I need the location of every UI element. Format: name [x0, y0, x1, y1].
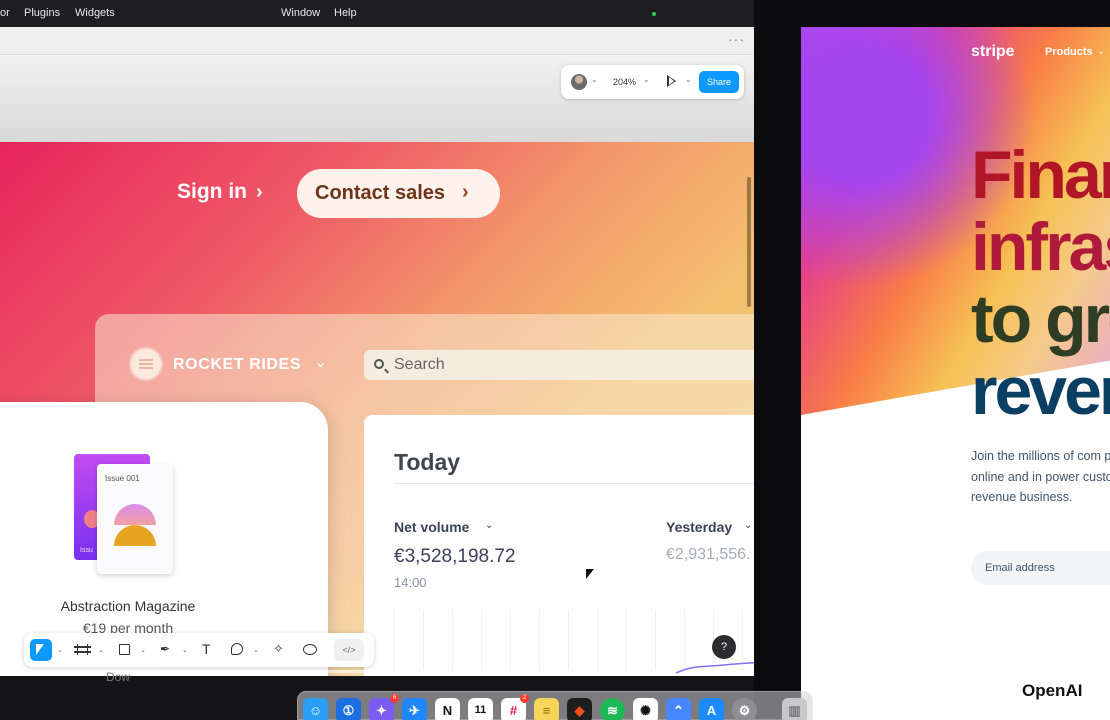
- chatgpt-app-icon[interactable]: ✺: [633, 698, 658, 720]
- chevron-down-icon[interactable]: ⌄: [98, 646, 104, 654]
- stripe-logo[interactable]: stripe: [971, 43, 1015, 61]
- chevron-down-icon[interactable]: ⌄: [314, 352, 327, 372]
- ai-sparkle-icon[interactable]: ✧: [273, 641, 284, 657]
- issue-label: Issue 001: [105, 474, 140, 483]
- testflight-app-icon[interactable]: ✈: [402, 698, 427, 720]
- figma-tool-bar: ⌄ ⌄ ⌄ ✒ ⌄ T ⌄ ✧ </>: [24, 633, 374, 667]
- text-tool-icon[interactable]: T: [202, 641, 211, 657]
- search-input[interactable]: [394, 354, 694, 376]
- yesterday-value: €2,931,556.: [666, 546, 751, 563]
- headline-line-2: infras: [971, 209, 1110, 285]
- cover-tag: Issu: [80, 547, 93, 554]
- rectangle-icon[interactable]: [119, 644, 130, 655]
- cursor-arrow-icon: [36, 644, 44, 655]
- nav-products[interactable]: Products: [1045, 46, 1093, 58]
- app-store-icon[interactable]: A: [699, 698, 724, 720]
- 1password-app-icon[interactable]: ①: [336, 698, 361, 720]
- chevron-down-icon[interactable]: ⌄: [253, 646, 259, 654]
- dashboard-search[interactable]: [364, 350, 754, 380]
- notes-app-icon[interactable]: ≡: [534, 698, 559, 720]
- net-volume-label[interactable]: Net volume: [394, 519, 469, 535]
- horizontal-scrollbar[interactable]: [165, 670, 665, 673]
- system-settings-icon[interactable]: ⚙: [732, 698, 757, 720]
- figma-window: ··· ⌄ 204% ⌄ ⌄ Share Sign in › Contact s…: [0, 27, 754, 676]
- menu-item-help[interactable]: Help: [334, 7, 357, 19]
- customer-logo-openai: OpenAI: [1022, 681, 1083, 700]
- chevron-down-icon[interactable]: ⌄: [1097, 46, 1105, 57]
- help-button[interactable]: ?: [712, 635, 736, 659]
- comment-icon[interactable]: [231, 643, 243, 655]
- share-button[interactable]: Share: [699, 71, 739, 93]
- notification-badge: 6: [390, 694, 399, 703]
- hero-subtext: Join the millions of com payments online…: [971, 449, 1110, 504]
- spotify-app-icon[interactable]: ≋: [600, 698, 625, 720]
- shape-builder-icon[interactable]: [303, 644, 317, 655]
- product-title: Abstraction Magazine: [60, 598, 196, 614]
- hero-headline: Finar infras to gro rever: [971, 139, 1110, 427]
- play-icon[interactable]: [667, 75, 676, 87]
- chevron-right-icon: ›: [462, 181, 469, 203]
- chevron-down-icon[interactable]: ⌄: [182, 646, 188, 654]
- menu-bar: or Plugins Widgets Window Help: [0, 0, 754, 27]
- yesterday-label[interactable]: Yesterday: [666, 519, 732, 535]
- menu-item-window[interactable]: Window: [281, 7, 320, 19]
- nordvpn-app-icon[interactable]: ⌃: [666, 698, 691, 720]
- chevron-down-icon[interactable]: ⌄: [57, 646, 63, 654]
- zoom-level[interactable]: 204%: [613, 77, 636, 87]
- cover-art-bottom: [114, 525, 156, 546]
- contact-sales-button[interactable]: Contact sales ›: [297, 169, 500, 218]
- menu-item-plugins[interactable]: Plugins: [24, 7, 60, 19]
- magazine-cover-front: Issue 001: [97, 464, 173, 574]
- contact-sales-label: Contact sales: [315, 182, 446, 204]
- chevron-down-icon[interactable]: ⌄: [140, 646, 146, 654]
- trash-icon[interactable]: ▥: [782, 698, 807, 720]
- figma-app-icon[interactable]: ◆: [567, 698, 592, 720]
- today-card: Today Net volume ⌄ €3,528,198.72 14:00 Y…: [364, 415, 754, 676]
- avatar[interactable]: [571, 74, 587, 90]
- menu-item-partial[interactable]: or: [0, 7, 10, 19]
- net-volume-time: 14:00: [394, 575, 427, 590]
- design-frame-preview[interactable]: Sign in › Contact sales › ROCKET RIDES ⌄…: [0, 142, 754, 676]
- sign-in-link[interactable]: Sign in: [177, 180, 247, 204]
- today-title: Today: [394, 449, 461, 475]
- chevron-down-icon[interactable]: ⌄: [591, 75, 598, 84]
- vertical-scrollbar[interactable]: [747, 177, 751, 307]
- chevron-down-icon[interactable]: ⌄: [685, 75, 692, 84]
- calendar-app-icon[interactable]: 11: [468, 698, 493, 720]
- headline-line-1: Finar: [971, 137, 1110, 213]
- figma-title-strip: ···: [0, 27, 754, 55]
- notification-badge: 2: [520, 694, 529, 703]
- more-horizontal-icon[interactable]: ···: [728, 32, 745, 46]
- move-tool[interactable]: [30, 639, 52, 661]
- camera-indicator-dot: [652, 12, 656, 16]
- headline-line-4: rever: [971, 353, 1110, 429]
- email-field[interactable]: [971, 551, 1110, 585]
- cover-art-top: [114, 504, 156, 525]
- dock: ☺ ① ✦ 6 ✈ N 11 # 2 ≡ ◆ ≋ ✺ ⌃ A ⚙ ▥: [297, 691, 813, 720]
- search-icon: [374, 359, 384, 369]
- sparkline-path: [675, 662, 754, 674]
- divider: [394, 483, 754, 484]
- headline-line-3: to gro: [971, 281, 1110, 357]
- chevron-right-icon: ›: [256, 181, 263, 203]
- stripe-website-window: stripe Products ⌄ Finar infras to gro re…: [801, 27, 1110, 720]
- dev-mode-code-icon[interactable]: </>: [334, 639, 364, 661]
- pen-icon[interactable]: ✒: [160, 642, 170, 656]
- rocket-rides-logo: [131, 349, 161, 379]
- menu-item-widgets[interactable]: Widgets: [75, 7, 115, 19]
- chevron-down-icon[interactable]: ⌄: [643, 75, 650, 84]
- finder-app-icon[interactable]: ☺: [303, 698, 328, 720]
- net-volume-value: €3,528,198.72: [394, 546, 516, 567]
- notion-app-icon[interactable]: N: [435, 698, 460, 720]
- partial-canvas-text: Dow: [106, 670, 131, 684]
- chevron-down-icon[interactable]: ⌄: [485, 520, 493, 531]
- chevron-down-icon[interactable]: ⌄: [744, 520, 752, 531]
- canvas-top-toolbar: ⌄ 204% ⌄ ⌄ Share: [561, 65, 744, 99]
- brand-name[interactable]: ROCKET RIDES: [173, 356, 301, 374]
- frame-icon[interactable]: [74, 644, 91, 655]
- mouse-cursor-icon: [586, 569, 594, 579]
